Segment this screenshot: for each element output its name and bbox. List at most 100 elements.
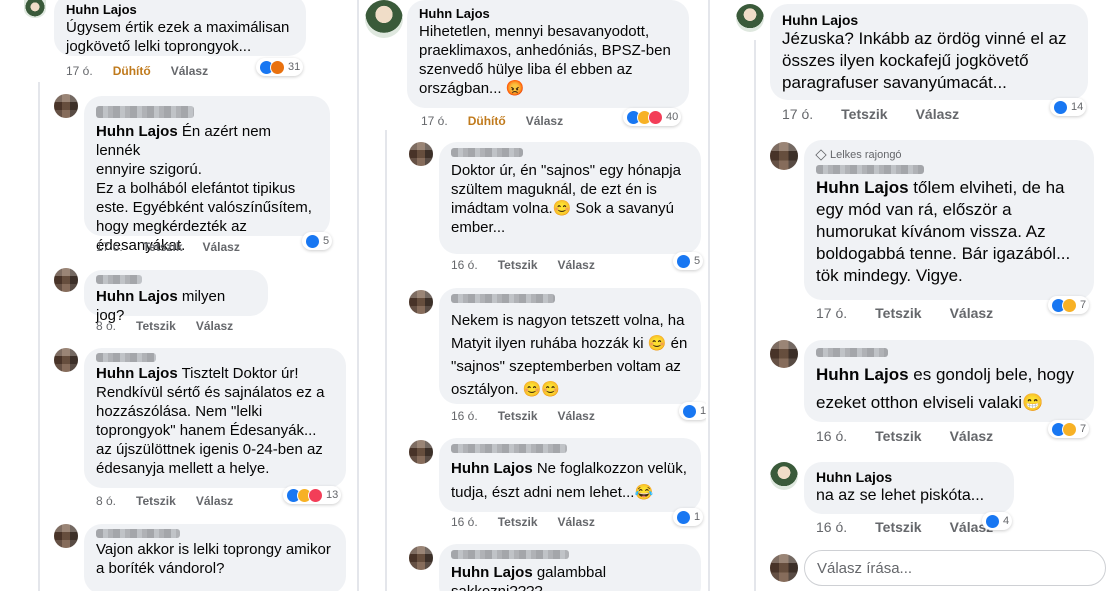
thread-line: [385, 130, 387, 591]
reply-link[interactable]: Válasz: [558, 515, 595, 529]
comment-bubble: Huhn Lajos es gondolj bele, hogy ezeket …: [804, 340, 1094, 422]
comment-time[interactable]: 8 ó.: [96, 494, 116, 508]
comment-bubble: Huhn Lajos Ne foglalkozzon velük, tudja,…: [439, 438, 701, 512]
comment-text: Jézuska? Inkább az ördög vinné el az öss…: [782, 29, 1067, 92]
comment-bubble: Lelkes rajongó Huhn Lajos tőlem elviheti…: [804, 140, 1094, 300]
comment-actions: 17 ó. Tetszik Válasz: [96, 240, 240, 254]
comment-actions: 8 ó. Tetszik Válasz: [96, 319, 233, 333]
avatar[interactable]: [770, 142, 798, 170]
comment-time[interactable]: 8 ó.: [96, 319, 116, 333]
reply-link[interactable]: Válasz: [526, 114, 563, 128]
avatar[interactable]: [736, 4, 764, 32]
comment-time[interactable]: 17 ó.: [782, 106, 813, 122]
reply-input-placeholder: Válasz írása...: [817, 559, 913, 577]
comment-author[interactable]: Huhn Lajos: [66, 2, 294, 18]
reaction-label[interactable]: Dühítő: [113, 64, 151, 78]
reply-link[interactable]: Válasz: [916, 106, 960, 122]
comment-text: na az se lehet piskóta...: [816, 487, 985, 504]
reaction-summary[interactable]: 7: [1048, 420, 1090, 438]
comment-time[interactable]: 17 ó.: [421, 114, 448, 128]
reply-link[interactable]: Válasz: [558, 409, 595, 423]
like-link[interactable]: Tetszik: [875, 519, 921, 535]
comment-bubble: Doktor úr, én "sajnos" egy hónapja szült…: [439, 142, 701, 254]
comment-time[interactable]: 17 ó.: [66, 64, 93, 78]
avatar[interactable]: [54, 94, 78, 118]
comment-actions: 16 ó. Tetszik Válasz: [816, 519, 993, 535]
avatar[interactable]: [770, 340, 798, 368]
like-link[interactable]: Tetszik: [136, 319, 176, 333]
reaction-count: 4: [1003, 515, 1010, 527]
like-link[interactable]: Tetszik: [498, 515, 538, 529]
column-divider: [357, 0, 359, 591]
reaction-summary[interactable]: 14: [1050, 98, 1087, 116]
reaction-summary[interactable]: 1: [679, 402, 706, 420]
comment-author[interactable]: Huhn Lajos: [419, 6, 677, 22]
reaction-summary[interactable]: 31: [256, 58, 304, 76]
comment-author[interactable]: Huhn Lajos: [816, 468, 1002, 486]
avatar[interactable]: [770, 462, 798, 490]
reaction-count: 1: [700, 405, 706, 417]
comment-text: Én azért nem lennék ennyire szigorú. Ez …: [96, 123, 312, 254]
reaction-summary[interactable]: 5: [302, 232, 333, 250]
mention-tag[interactable]: Huhn Lajos: [96, 288, 178, 305]
haha-icon: [1062, 421, 1077, 437]
reaction-summary[interactable]: 7: [1048, 296, 1090, 314]
comment-column-2: Huhn Lajos Hihetetlen, mennyi besavanyod…: [363, 0, 706, 591]
like-link[interactable]: Tetszik: [143, 240, 183, 254]
like-link[interactable]: Tetszik: [875, 305, 921, 321]
reply-link[interactable]: Válasz: [196, 494, 233, 508]
reaction-summary[interactable]: 1: [673, 508, 704, 526]
mention-tag[interactable]: Huhn Lajos: [816, 365, 909, 384]
like-link[interactable]: Tetszik: [498, 258, 538, 272]
reaction-summary[interactable]: 13: [283, 486, 342, 504]
mention-tag[interactable]: Huhn Lajos: [451, 564, 533, 581]
comment-time[interactable]: 16 ó.: [816, 428, 847, 444]
comment-bubble: Huhn Lajos Tisztelt Doktor úr! Rendkívül…: [84, 348, 346, 488]
comment-time[interactable]: 16 ó.: [451, 409, 478, 423]
reply-link[interactable]: Válasz: [203, 240, 240, 254]
like-icon: [305, 233, 320, 249]
avatar[interactable]: [54, 524, 78, 548]
comment-time[interactable]: 16 ó.: [451, 515, 478, 529]
comment-actions: 16 ó. Tetszik Válasz: [451, 515, 595, 529]
comment-actions: 16 ó. Tetszik Válasz: [816, 428, 993, 444]
comment-bubble: Huhn Lajos Én azért nem lennék ennyire s…: [84, 96, 330, 254]
avatar[interactable]: [365, 0, 403, 38]
comment-time[interactable]: 16 ó.: [816, 519, 847, 535]
reaction-count: 1: [694, 511, 701, 523]
mention-tag[interactable]: Huhn Lajos: [96, 365, 178, 382]
avatar[interactable]: [24, 0, 46, 18]
reply-link[interactable]: Válasz: [196, 319, 233, 333]
reaction-summary[interactable]: 40: [623, 108, 682, 126]
like-link[interactable]: Tetszik: [136, 494, 176, 508]
avatar[interactable]: [54, 348, 78, 372]
comment-text: Vajon akkor is lelki toprongy amikor a b…: [96, 541, 331, 577]
like-link[interactable]: Tetszik: [875, 428, 921, 444]
thread-line: [754, 40, 756, 591]
comment-actions: 17 ó. Dühítő Válasz: [66, 64, 208, 78]
avatar[interactable]: [409, 290, 433, 314]
blurred-author: [451, 148, 523, 157]
mention-tag[interactable]: Huhn Lajos: [96, 123, 178, 140]
reaction-summary[interactable]: 5: [673, 252, 704, 270]
avatar[interactable]: [409, 142, 433, 166]
like-link[interactable]: Tetszik: [498, 409, 538, 423]
reaction-summary[interactable]: 4: [982, 512, 1013, 530]
reply-link[interactable]: Válasz: [950, 305, 994, 321]
avatar[interactable]: [54, 268, 78, 292]
like-link[interactable]: Tetszik: [841, 106, 887, 122]
reply-link[interactable]: Válasz: [558, 258, 595, 272]
mention-tag[interactable]: Huhn Lajos: [816, 178, 909, 197]
comment-time[interactable]: 16 ó.: [451, 258, 478, 272]
comment-author[interactable]: Huhn Lajos: [782, 12, 1076, 28]
avatar[interactable]: [409, 546, 433, 570]
mention-tag[interactable]: Huhn Lajos: [451, 460, 533, 477]
avatar[interactable]: [409, 440, 433, 464]
comment-time[interactable]: 17 ó.: [96, 240, 123, 254]
reaction-label[interactable]: Dühítő: [468, 114, 506, 128]
comment-time[interactable]: 17 ó.: [816, 305, 847, 321]
reply-link[interactable]: Válasz: [171, 64, 208, 78]
reply-input[interactable]: Válasz írása...: [804, 550, 1106, 586]
column-divider: [708, 0, 710, 591]
reply-link[interactable]: Válasz: [950, 428, 994, 444]
